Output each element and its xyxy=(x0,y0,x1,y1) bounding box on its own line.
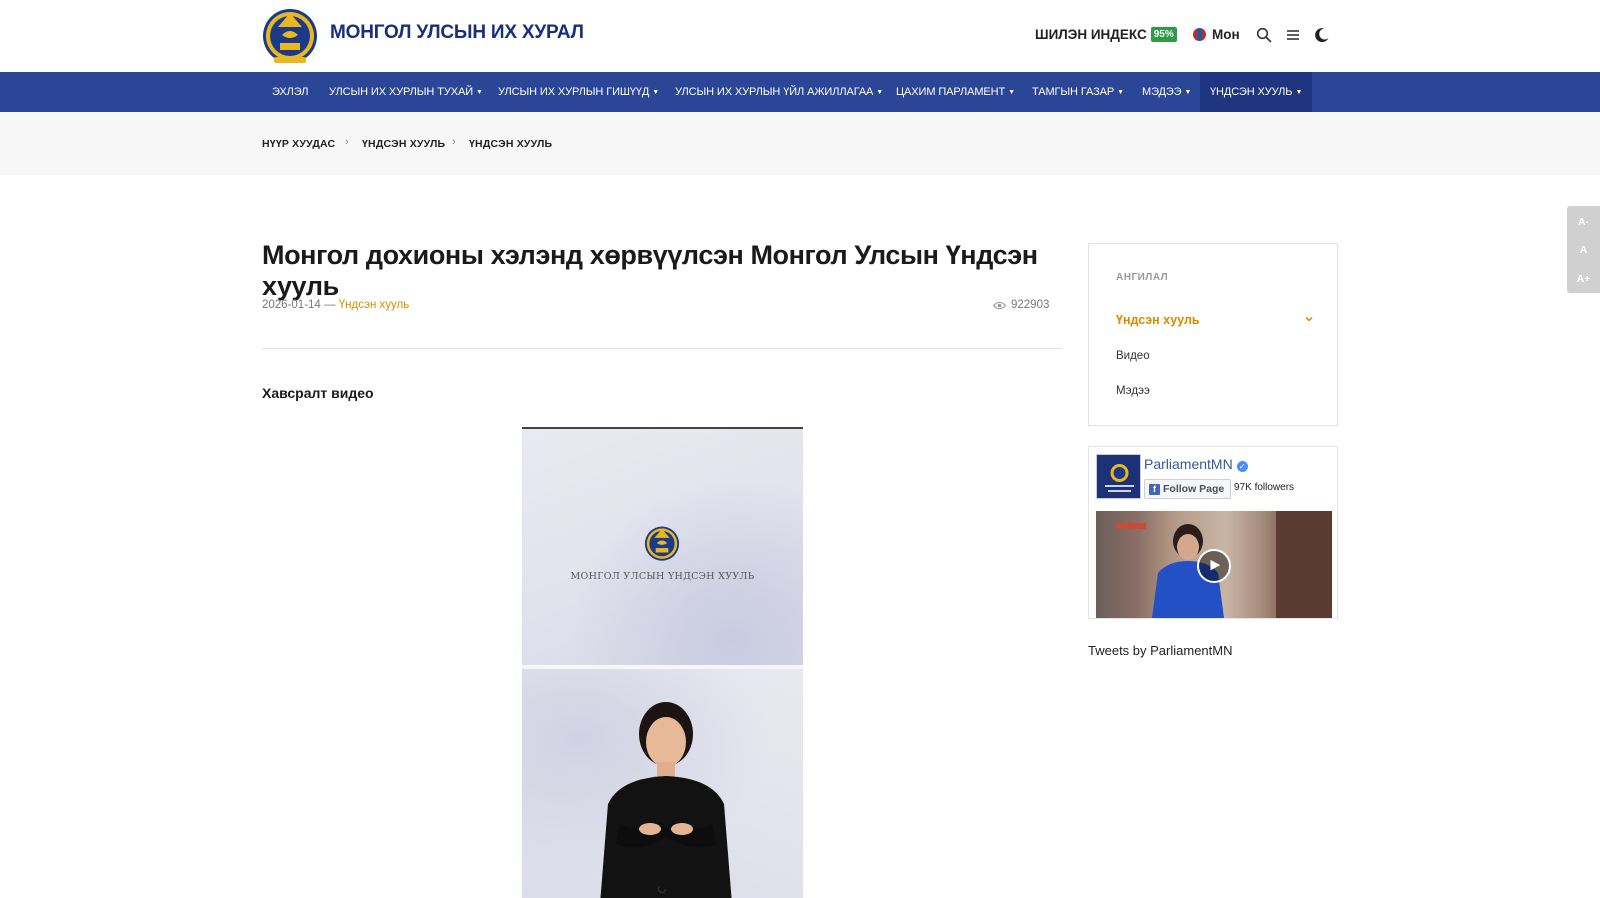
play-icon[interactable] xyxy=(1197,549,1231,583)
chevron-right-icon: › xyxy=(345,136,349,148)
state-emblem-logo[interactable] xyxy=(262,5,318,65)
nav-item-about[interactable]: УЛСЫН ИХ ХУРЛЫН ТУХАЙ ▼ xyxy=(329,72,483,112)
language-selector[interactable]: Мон xyxy=(1193,27,1240,42)
nav-item-label: ЦАХИМ ПАРЛАМЕНТ xyxy=(896,86,1006,98)
font-decrease-button[interactable]: A- xyxy=(1567,216,1600,228)
follow-page-button[interactable]: f Follow Page xyxy=(1144,479,1232,499)
font-size-tool: A- A A+ xyxy=(1567,206,1600,293)
facebook-video-thumbnail[interactable] xyxy=(1096,511,1332,618)
chevron-down-icon[interactable] xyxy=(1304,314,1314,324)
nav-item-label: МЭДЭЭ xyxy=(1142,86,1182,98)
twitter-timeline-link[interactable]: Tweets by ParliamentMN xyxy=(1088,643,1233,658)
breadcrumb-constitution[interactable]: ҮНДСЭН ХУУЛЬ xyxy=(362,138,445,150)
sidebar-heading: АНГИЛАЛ xyxy=(1116,272,1169,283)
menu-icon[interactable] xyxy=(1285,27,1301,43)
caret-down-icon: ▼ xyxy=(1008,89,1015,96)
article-meta: 2026-01-14 — Үндсэн хууль xyxy=(262,299,409,311)
nav-item-label: УЛСЫН ИХ ХУРЛЫН ГИШҮҮД xyxy=(498,86,650,98)
caret-down-icon: ▼ xyxy=(652,89,660,96)
loading-spinner-icon xyxy=(657,884,667,894)
facebook-page-name-text: ParliamentMN xyxy=(1144,456,1233,472)
parliament-page-avatar[interactable] xyxy=(1096,454,1141,499)
follow-page-label: Follow Page xyxy=(1163,483,1225,495)
language-label: Мон xyxy=(1212,27,1240,42)
sidebar-item-video[interactable]: Видео xyxy=(1116,350,1150,362)
nav-item-members[interactable]: УЛСЫН ИХ ХУРЛЫН ГИШҮҮД ▼ xyxy=(498,72,659,112)
caret-down-icon: ▼ xyxy=(1295,89,1303,96)
nav-item-label: ЭХЛЭЛ xyxy=(272,86,309,98)
nav-item-news[interactable]: МЭДЭЭ ▼ xyxy=(1142,72,1191,112)
nav-item-label: УЛСЫН ИХ ХУРЛЫН ТУХАЙ xyxy=(329,86,474,98)
caret-down-icon: ▼ xyxy=(1117,89,1124,96)
dark-mode-moon-icon[interactable] xyxy=(1314,27,1330,43)
eye-icon xyxy=(993,301,1006,309)
article-date: 2026-01-14 xyxy=(262,299,321,311)
facebook-f-icon: f xyxy=(1149,483,1160,495)
font-reset-button[interactable]: A xyxy=(1567,244,1600,256)
sidebar-item-news[interactable]: Мэдээ xyxy=(1116,385,1150,397)
facebook-page-widget: ParliamentMN ✓ f Follow Page 97K follower… xyxy=(1088,446,1338,619)
facebook-followers-count: 97K followers xyxy=(1234,482,1295,493)
nav-item-e-parliament[interactable]: ЦАХИМ ПАРЛАМЕНТ ▼ xyxy=(896,72,1015,112)
state-emblem-icon xyxy=(1105,464,1134,492)
video-title-frame: МОНГОЛ УЛСЫН ҮНДСЭН ХУУЛЬ xyxy=(522,429,803,665)
interpreter-figure xyxy=(600,702,732,898)
transparency-index-label: ШИЛЭН ИНДЕКС xyxy=(1035,27,1147,42)
search-icon[interactable] xyxy=(1256,27,1272,43)
state-emblem-icon xyxy=(644,526,680,561)
nav-item-label: ҮНДСЭН ХУУЛЬ xyxy=(1210,86,1293,98)
meta-separator: — xyxy=(324,299,336,311)
nav-item-label: ТАМГЫН ГАЗАР xyxy=(1032,86,1115,98)
view-count: 922903 xyxy=(993,299,1049,311)
caret-down-icon: ▼ xyxy=(876,89,884,96)
nav-item-label: УЛСЫН ИХ ХУРЛЫН ҮЙЛ АЖИЛЛАГАА xyxy=(675,86,874,98)
divider xyxy=(262,348,1062,349)
chevron-right-icon: › xyxy=(452,136,456,148)
transparency-index[interactable]: ШИЛЭН ИНДЕКС 95% xyxy=(1035,27,1177,42)
nav-item-constitution[interactable]: ҮНДСЭН ХУУЛЬ ▼ xyxy=(1200,72,1313,112)
transparency-index-badge: 95% xyxy=(1150,27,1177,42)
attachment-heading: Хавсралт видео xyxy=(262,385,374,401)
caret-down-icon: ▼ xyxy=(476,89,483,96)
main-nav: ЭХЛЭЛ УЛСЫН ИХ ХУРЛЫН ТУХАЙ ▼ УЛСЫН ИХ ХУ… xyxy=(0,72,1600,112)
article-title: Монгол дохионы хэлэнд хөрвүүлсэн Монгол … xyxy=(262,240,1038,301)
sidebar-item-constitution[interactable]: Үндсэн хууль xyxy=(1116,313,1200,327)
breadcrumb: НҮҮР ХУУДАС › ҮНДСЭН ХУУЛЬ › ҮНДСЭН ХУУЛ… xyxy=(0,112,1600,175)
site-header: МОНГОЛ УЛСЫН ИХ ХУРАЛ ШИЛЭН ИНДЕКС 95% М… xyxy=(0,0,1600,72)
font-increase-button[interactable]: A+ xyxy=(1567,273,1600,285)
breadcrumb-current: ҮНДСЭН ХУУЛЬ xyxy=(469,138,553,150)
caret-down-icon: ▼ xyxy=(1184,89,1192,96)
video-caption: МОНГОЛ УЛСЫН ҮНДСЭН ХУУЛЬ xyxy=(570,571,755,582)
category-sidebar: АНГИЛАЛ Үндсэн хууль Видео Мэдээ xyxy=(1088,243,1338,426)
mongolia-flag-icon xyxy=(1193,28,1206,41)
verified-check-icon: ✓ xyxy=(1236,461,1248,472)
nav-item-secretariat[interactable]: ТАМГЫН ГАЗАР ▼ xyxy=(1032,72,1124,112)
attached-video-player[interactable]: МОНГОЛ УЛСЫН ҮНДСЭН ХУУЛЬ xyxy=(522,427,803,898)
article-category-link[interactable]: Үндсэн хууль xyxy=(339,299,409,311)
nav-item-home[interactable]: ЭХЛЭЛ xyxy=(272,72,308,112)
site-title[interactable]: МОНГОЛ УЛСЫН ИХ ХУРАЛ xyxy=(330,22,584,44)
sign-language-interpreter-frame xyxy=(522,669,803,898)
view-count-value: 922903 xyxy=(1011,299,1050,311)
facebook-page-name[interactable]: ParliamentMN ✓ xyxy=(1144,456,1248,472)
breadcrumb-home[interactable]: НҮҮР ХУУДАС xyxy=(262,138,335,150)
nav-item-activities[interactable]: УЛСЫН ИХ ХУРЛЫН ҮЙЛ АЖИЛЛАГАА ▼ xyxy=(675,72,883,112)
